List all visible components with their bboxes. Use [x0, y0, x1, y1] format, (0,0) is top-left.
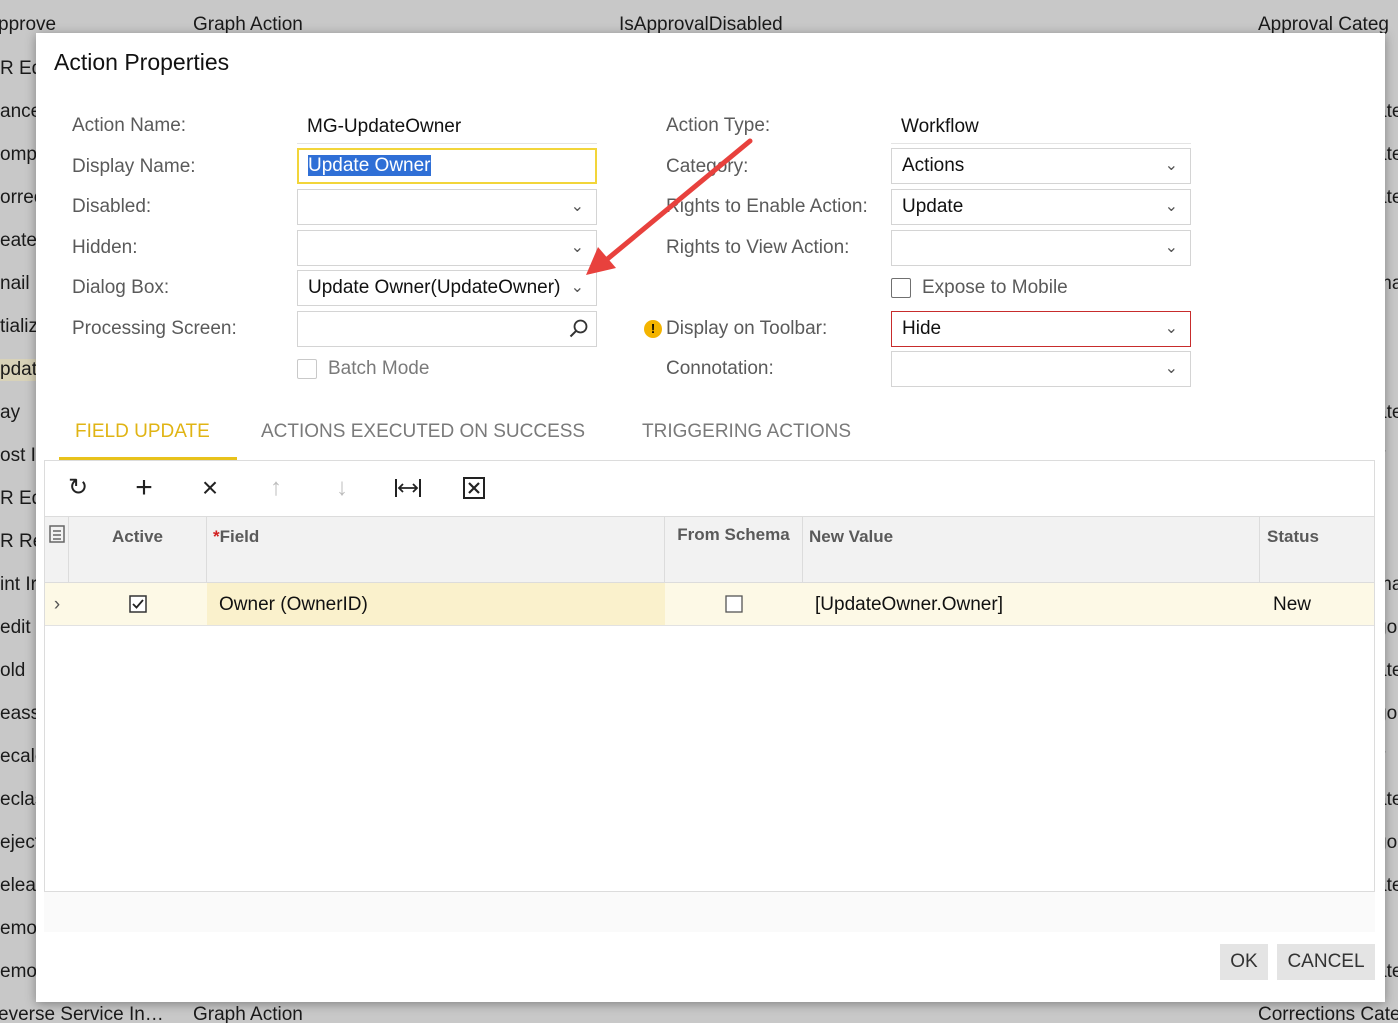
annotation-arrow: [586, 138, 753, 275]
